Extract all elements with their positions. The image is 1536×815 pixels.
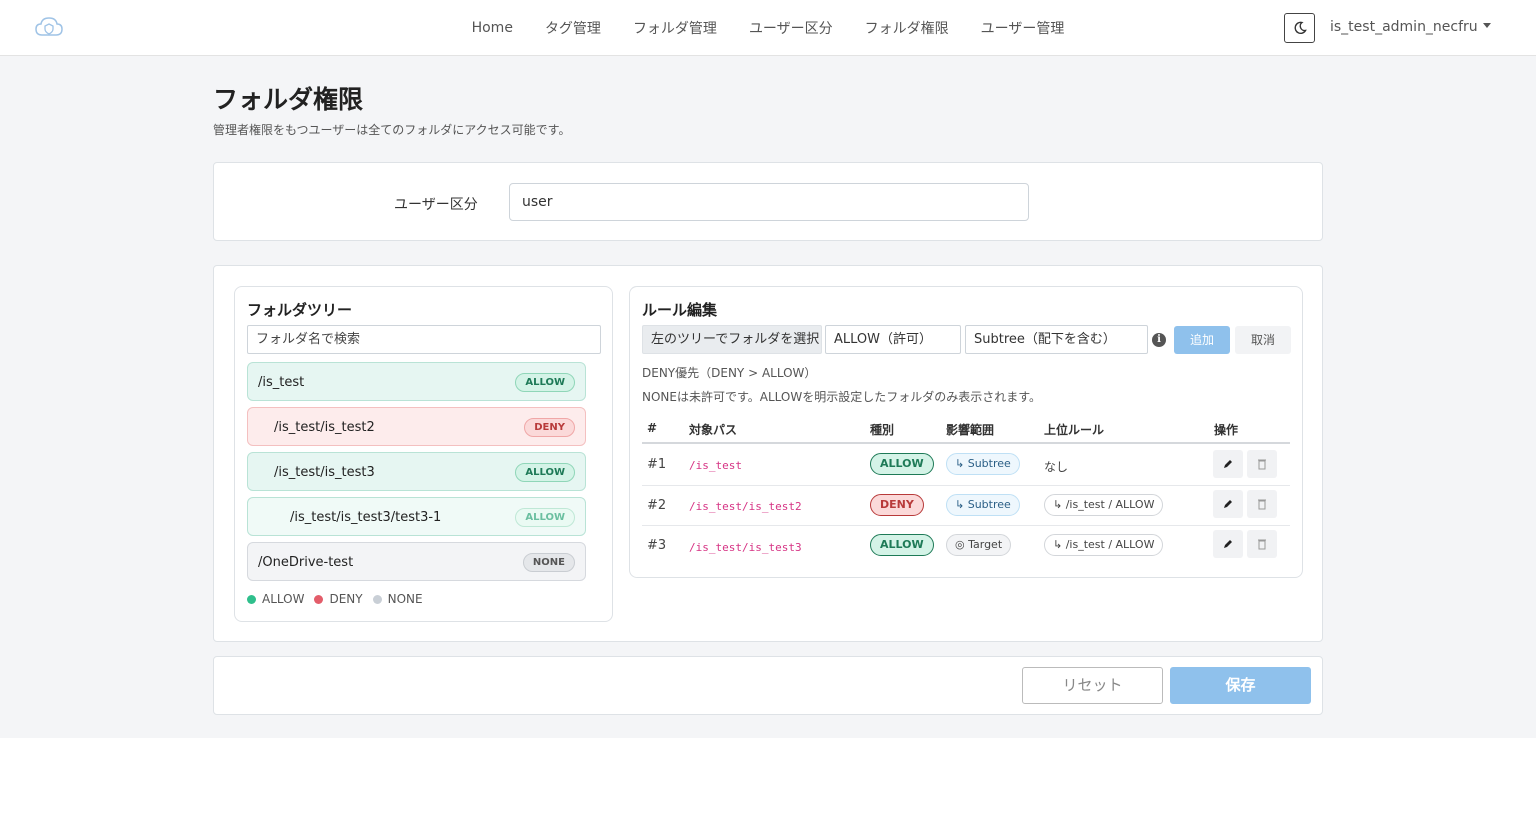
pencil-icon — [1224, 540, 1232, 548]
permissions-card: フォルダツリー フォルダ名で検索 /is_test ALLOW /is_test… — [213, 265, 1323, 642]
user-menu[interactable]: is_test_admin_necfru — [1330, 19, 1491, 35]
col-header-type: 種別 — [870, 423, 895, 437]
trash-icon — [1258, 459, 1266, 470]
col-header-scope: 影響範囲 — [946, 423, 995, 437]
reset-button[interactable]: リセット — [1022, 667, 1163, 704]
tree-node-onedrive-test[interactable]: /OneDrive-test NONE — [247, 542, 586, 581]
info-icon[interactable]: i — [1152, 333, 1166, 347]
moon-icon — [1294, 21, 1307, 35]
nav-user-management[interactable]: ユーザー管理 — [965, 18, 1081, 38]
deny-priority-note: DENY優先（DENY > ALLOW） — [642, 366, 817, 380]
nav-home[interactable]: Home — [456, 20, 529, 36]
allow-dot-icon — [247, 594, 256, 604]
row-divider — [642, 485, 1290, 486]
col-header-path: 対象パス — [689, 423, 738, 437]
edit-rule-button[interactable] — [1213, 530, 1243, 558]
rule-editor-title: ルール編集 — [642, 301, 718, 319]
folder-tree-panel: フォルダツリー フォルダ名で検索 /is_test ALLOW /is_test… — [234, 286, 613, 622]
rule-editor-panel: ルール編集 左のツリーでフォルダを選択 ALLOW（許可） Subtree（配下… — [629, 286, 1303, 578]
table-header-divider — [642, 442, 1290, 444]
status-badge: NONE — [522, 553, 575, 572]
nav-folder-management[interactable]: フォルダ管理 — [617, 18, 733, 38]
edit-rule-button[interactable] — [1213, 490, 1243, 518]
row-type-badge: ALLOW — [870, 453, 934, 475]
nav-user-type[interactable]: ユーザー区分 — [733, 18, 849, 38]
nav-tag-management[interactable]: タグ管理 — [529, 18, 617, 38]
none-dot-icon — [372, 594, 382, 604]
row-scope-badge: ↳ Subtree — [946, 494, 1020, 516]
action-footer-card: リセット 保存 — [213, 656, 1323, 715]
trash-icon — [1258, 499, 1266, 510]
col-header-parent: 上位ルール — [1044, 423, 1105, 437]
row-parent-rule: なし — [1044, 460, 1069, 474]
delete-rule-button[interactable] — [1247, 490, 1277, 518]
save-button[interactable]: 保存 — [1170, 667, 1311, 704]
delete-rule-button[interactable] — [1247, 530, 1277, 558]
row-number: #3 — [647, 538, 667, 553]
tree-node-test3-1[interactable]: /is_test/is_test3/test3-1 ALLOW — [247, 497, 586, 536]
row-parent-rule: ↳ /is_test / ALLOW — [1044, 534, 1164, 556]
legend-none: NONE — [372, 592, 423, 606]
theme-toggle-button[interactable] — [1284, 13, 1315, 43]
row-type-badge: DENY — [870, 494, 924, 516]
deny-dot-icon — [314, 594, 324, 604]
folder-tree-title: フォルダツリー — [247, 301, 353, 319]
tree-node-path: /is_test/is_test3 — [274, 465, 375, 480]
user-type-card: ユーザー区分 user — [213, 162, 1323, 241]
row-path: /is_test — [689, 459, 742, 472]
pencil-icon — [1224, 500, 1232, 508]
tree-node-is-test[interactable]: /is_test ALLOW — [247, 362, 586, 401]
page-subtitle: 管理者権限をもつユーザーは全てのフォルダにアクセス可能です。 — [213, 123, 571, 137]
tree-node-is-test3[interactable]: /is_test/is_test3 ALLOW — [247, 452, 586, 491]
row-path: /is_test/is_test2 — [689, 500, 802, 513]
row-number: #1 — [647, 457, 667, 472]
user-type-select[interactable]: user — [509, 183, 1029, 221]
page-title: フォルダ権限 — [213, 85, 364, 114]
folder-search-input[interactable]: フォルダ名で検索 — [247, 325, 601, 354]
none-note: NONEは未許可です。ALLOWを明示設定したフォルダのみ表示されます。 — [642, 390, 1042, 404]
status-badge: ALLOW — [515, 463, 575, 482]
tree-node-path: /is_test/is_test3/test3-1 — [290, 510, 442, 525]
legend-allow: ALLOW — [247, 592, 304, 606]
status-badge: ALLOW — [515, 373, 575, 392]
row-number: #2 — [647, 498, 667, 513]
edit-rule-button[interactable] — [1213, 450, 1243, 478]
pencil-icon — [1224, 460, 1232, 468]
row-path: /is_test/is_test3 — [689, 541, 802, 554]
row-type-badge: ALLOW — [870, 534, 934, 556]
tree-node-path: /is_test — [258, 375, 305, 390]
trash-icon — [1258, 539, 1266, 550]
col-header-num: # — [647, 421, 658, 435]
rule-type-select[interactable]: ALLOW（許可） — [825, 325, 961, 354]
chevron-down-icon — [1482, 23, 1491, 28]
user-type-label: ユーザー区分 — [394, 197, 478, 213]
cancel-rule-button[interactable]: 取消 — [1235, 326, 1291, 354]
add-rule-button[interactable]: 追加 — [1174, 326, 1230, 354]
status-badge: DENY — [524, 418, 575, 437]
col-header-actions: 操作 — [1214, 423, 1239, 437]
username: is_test_admin_necfru — [1330, 19, 1478, 35]
nav-folder-permissions[interactable]: フォルダ権限 — [849, 18, 965, 38]
row-scope-badge: ↳ Subtree — [946, 453, 1020, 475]
row-divider — [642, 525, 1290, 526]
selected-folder-field: 左のツリーでフォルダを選択 — [642, 325, 822, 354]
tree-node-is-test2[interactable]: /is_test/is_test2 DENY — [247, 407, 586, 446]
tree-node-path: /OneDrive-test — [258, 555, 354, 570]
top-navbar: Home タグ管理 フォルダ管理 ユーザー区分 フォルダ権限 ユーザー管理 is… — [0, 0, 1536, 56]
legend-deny: DENY — [314, 592, 363, 606]
tree-node-path: /is_test/is_test2 — [274, 420, 375, 435]
tree-legend: ALLOW DENY NONE — [247, 592, 433, 606]
rule-scope-select[interactable]: Subtree（配下を含む） — [965, 325, 1148, 354]
row-scope-badge: ◎ Target — [946, 534, 1012, 556]
delete-rule-button[interactable] — [1247, 450, 1277, 478]
status-badge: ALLOW — [515, 508, 575, 527]
row-parent-rule: ↳ /is_test / ALLOW — [1044, 494, 1164, 516]
